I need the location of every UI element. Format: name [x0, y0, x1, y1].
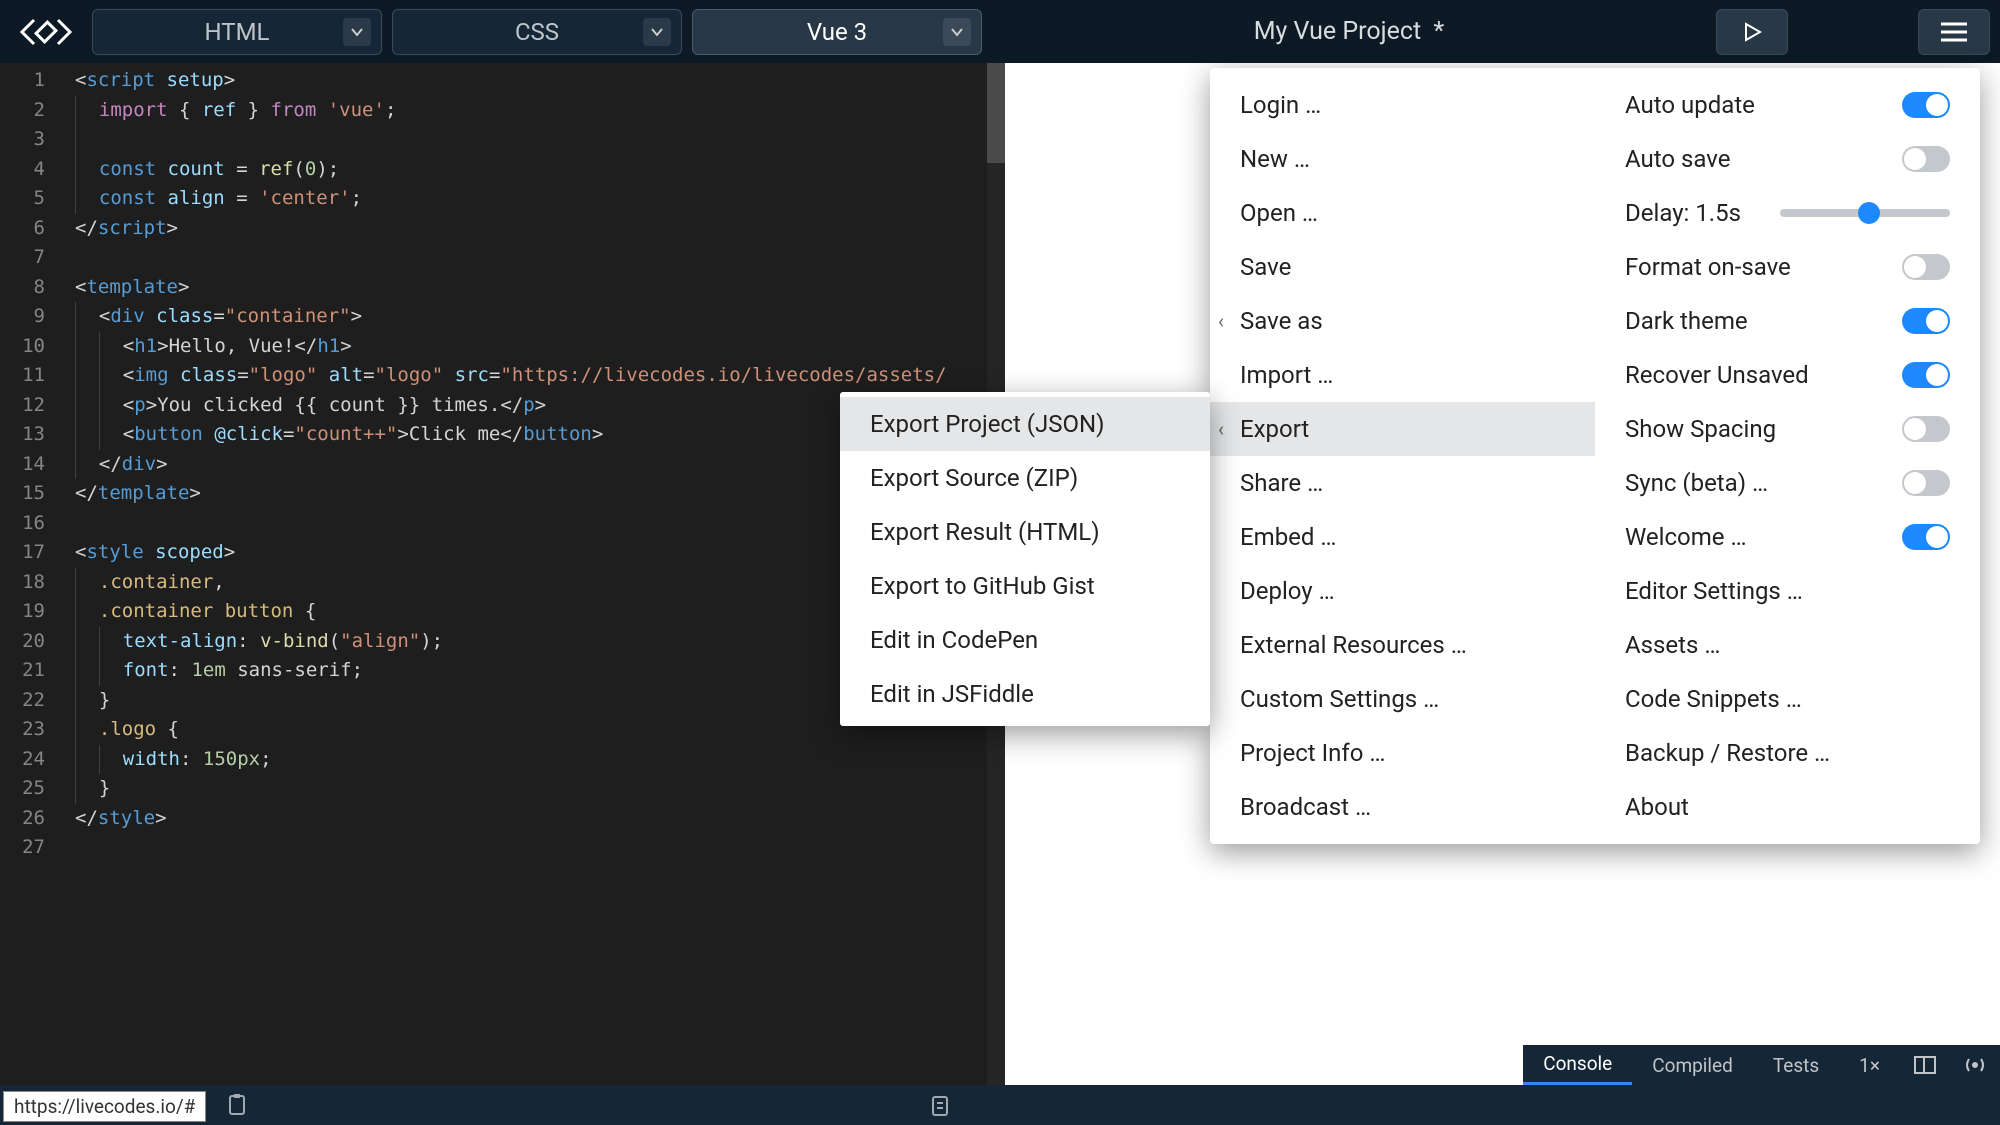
menu-item-external-resources[interactable]: External Resources … — [1210, 618, 1595, 672]
menu-item-save-as[interactable]: ‹ Save as — [1210, 294, 1595, 348]
menu-item-auto-save[interactable]: Auto save — [1595, 132, 1980, 186]
line-gutter: 1234567891011121314151617181920212223242… — [0, 63, 55, 1085]
menu-item-label: Save — [1240, 253, 1291, 281]
preview-tab-1-[interactable]: 1× — [1839, 1045, 1900, 1085]
hamburger-menu-button[interactable] — [1918, 9, 1990, 55]
menu-item-backup-restore[interactable]: Backup / Restore … — [1595, 726, 1980, 780]
toggle-switch[interactable] — [1902, 92, 1950, 118]
editor-tab-css[interactable]: CSS — [392, 9, 682, 55]
top-bar: HTMLCSSVue 3 My Vue Project * — [0, 0, 2000, 63]
toggle-switch[interactable] — [1902, 146, 1950, 172]
export-item-edit-in-codepen[interactable]: Edit in CodePen — [840, 613, 1210, 667]
menu-item-label: Welcome … — [1625, 523, 1747, 551]
menu-item-label: Assets … — [1625, 631, 1720, 659]
editor-tab-vue-3[interactable]: Vue 3 — [692, 9, 982, 55]
menu-item-label: Custom Settings … — [1240, 685, 1439, 713]
export-item-export-to-github-gist[interactable]: Export to GitHub Gist — [840, 559, 1210, 613]
editor-tab-html[interactable]: HTML — [92, 9, 382, 55]
clipboard-icon[interactable] — [227, 1094, 247, 1116]
chevron-down-icon[interactable] — [943, 18, 971, 46]
run-button[interactable] — [1716, 9, 1788, 55]
status-bar: https://livecodes.io/# — [0, 1085, 2000, 1125]
preview-tab-console[interactable]: Console — [1523, 1045, 1632, 1085]
export-item-export-result-html[interactable]: Export Result (HTML) — [840, 505, 1210, 559]
menu-item-code-snippets[interactable]: Code Snippets … — [1595, 672, 1980, 726]
menu-item-broadcast[interactable]: Broadcast … — [1210, 780, 1595, 834]
app-logo[interactable] — [10, 8, 82, 56]
menu-item-import[interactable]: Import … — [1210, 348, 1595, 402]
menu-item-label: Embed … — [1240, 523, 1336, 551]
menu-item-sync-beta[interactable]: Sync (beta) … — [1595, 456, 1980, 510]
menu-item-dark-theme[interactable]: Dark theme — [1595, 294, 1980, 348]
menu-item-label: Share … — [1240, 469, 1323, 497]
menu-item-label: Auto update — [1625, 91, 1755, 119]
menu-item-label: New … — [1240, 145, 1310, 173]
menu-item-label: External Resources … — [1240, 631, 1467, 659]
layout-icon[interactable] — [1900, 1045, 1950, 1085]
menu-item-label: Format on-save — [1625, 253, 1791, 281]
menu-item-open[interactable]: Open … — [1210, 186, 1595, 240]
menu-item-delay-1-5s[interactable]: Delay: 1.5s — [1595, 186, 1980, 240]
export-submenu: Export Project (JSON)Export Source (ZIP)… — [840, 392, 1210, 726]
menu-item-label: Editor Settings … — [1625, 577, 1803, 605]
preview-tabs: ConsoleCompiledTests1× — [1523, 1045, 2000, 1085]
scrollbar-thumb[interactable] — [987, 63, 1005, 163]
menu-item-editor-settings[interactable]: Editor Settings … — [1595, 564, 1980, 618]
menu-item-format-on-save[interactable]: Format on-save — [1595, 240, 1980, 294]
toggle-switch[interactable] — [1902, 470, 1950, 496]
menu-item-project-info[interactable]: Project Info … — [1210, 726, 1595, 780]
main-menu: Login … New … Open … Save ‹ Save as Import … ‹ E… — [1210, 68, 1980, 844]
menu-item-auto-update[interactable]: Auto update — [1595, 78, 1980, 132]
menu-item-label: Save as — [1240, 307, 1323, 335]
menu-item-label: Code Snippets … — [1625, 685, 1802, 713]
menu-item-label: Export — [1240, 415, 1309, 443]
paste-icon[interactable] — [930, 1095, 950, 1117]
menu-item-login[interactable]: Login … — [1210, 78, 1595, 132]
menu-item-welcome[interactable]: Welcome … — [1595, 510, 1980, 564]
menu-item-label: Import … — [1240, 361, 1333, 389]
menu-item-label: Auto save — [1625, 145, 1730, 173]
menu-item-new[interactable]: New … — [1210, 132, 1595, 186]
menu-item-label: Project Info … — [1240, 739, 1385, 767]
menu-item-label: Open … — [1240, 199, 1318, 227]
export-item-export-source-zip[interactable]: Export Source (ZIP) — [840, 451, 1210, 505]
delay-slider[interactable] — [1780, 209, 1950, 217]
toggle-switch[interactable] — [1902, 254, 1950, 280]
toggle-switch[interactable] — [1902, 362, 1950, 388]
export-item-edit-in-jsfiddle[interactable]: Edit in JSFiddle — [840, 667, 1210, 721]
menu-item-label: Broadcast … — [1240, 793, 1371, 821]
menu-item-embed[interactable]: Embed … — [1210, 510, 1595, 564]
menu-item-label: Dark theme — [1625, 307, 1748, 335]
menu-item-label: Login … — [1240, 91, 1321, 119]
menu-item-custom-settings[interactable]: Custom Settings … — [1210, 672, 1595, 726]
preview-tab-compiled[interactable]: Compiled — [1632, 1045, 1753, 1085]
project-title[interactable]: My Vue Project * — [992, 17, 1706, 46]
menu-item-save[interactable]: Save — [1210, 240, 1595, 294]
menu-item-label: Show Spacing — [1625, 415, 1776, 443]
link-hint: https://livecodes.io/# — [3, 1091, 206, 1122]
export-item-export-project-json[interactable]: Export Project (JSON) — [840, 397, 1210, 451]
chevron-down-icon[interactable] — [643, 18, 671, 46]
menu-item-recover-unsaved[interactable]: Recover Unsaved — [1595, 348, 1980, 402]
toggle-switch[interactable] — [1902, 524, 1950, 550]
toggle-switch[interactable] — [1902, 308, 1950, 334]
menu-item-export[interactable]: ‹ Export — [1210, 402, 1595, 456]
menu-item-deploy[interactable]: Deploy … — [1210, 564, 1595, 618]
menu-item-label: About — [1625, 793, 1689, 821]
menu-item-show-spacing[interactable]: Show Spacing — [1595, 402, 1980, 456]
toggle-switch[interactable] — [1902, 416, 1950, 442]
menu-item-label: Deploy … — [1240, 577, 1335, 605]
menu-item-assets[interactable]: Assets … — [1595, 618, 1980, 672]
menu-item-label: Sync (beta) … — [1625, 469, 1768, 497]
menu-item-label: Recover Unsaved — [1625, 361, 1809, 389]
chevron-left-icon: ‹ — [1218, 417, 1224, 441]
preview-tab-tests[interactable]: Tests — [1753, 1045, 1839, 1085]
chevron-left-icon: ‹ — [1218, 309, 1224, 333]
broadcast-icon[interactable] — [1950, 1045, 2000, 1085]
menu-item-about[interactable]: About — [1595, 780, 1980, 834]
menu-item-label: Backup / Restore … — [1625, 739, 1830, 767]
chevron-down-icon[interactable] — [343, 18, 371, 46]
menu-item-share[interactable]: Share … — [1210, 456, 1595, 510]
menu-item-label: Delay: 1.5s — [1625, 199, 1741, 227]
